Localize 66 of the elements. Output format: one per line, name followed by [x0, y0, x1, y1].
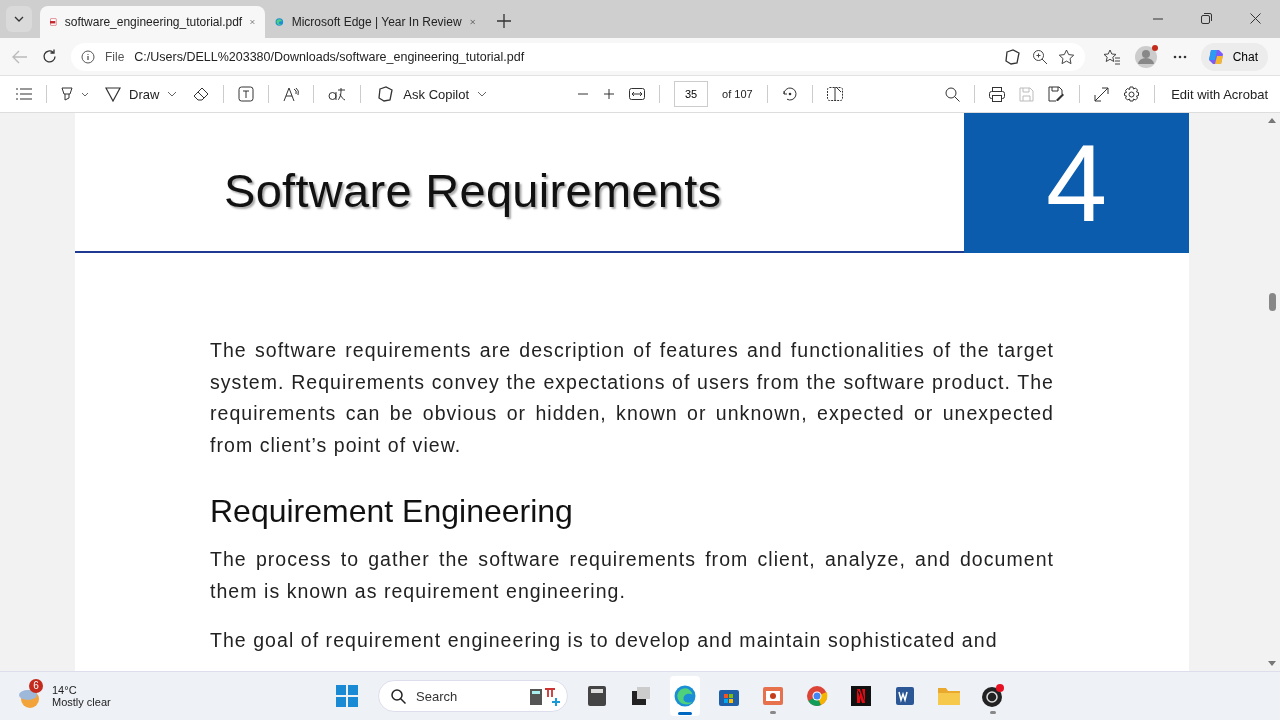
tab-title: Microsoft Edge | Year In Review [291, 15, 462, 29]
scroll-down-icon[interactable] [1268, 661, 1276, 667]
calculator-icon [586, 685, 608, 707]
ask-copilot-button[interactable]: Ask Copilot [375, 86, 490, 102]
eraser-icon[interactable] [193, 87, 210, 101]
info-icon[interactable] [81, 49, 95, 64]
settings-icon[interactable] [1123, 85, 1141, 103]
page-view-icon[interactable] [826, 87, 843, 101]
draw-button[interactable]: Draw [103, 86, 180, 102]
read-aloud-icon[interactable] [283, 86, 300, 102]
rotate-icon[interactable] [781, 86, 798, 102]
favorites-icon[interactable] [1102, 48, 1121, 65]
scheme-label: File [105, 49, 125, 64]
close-icon[interactable] [1250, 13, 1261, 24]
document-app-icon [894, 685, 916, 707]
presentation-app-icon [762, 685, 784, 707]
url-text: C:/Users/DELL%203380/Downloads/software_engineering_tutorial.pdf [134, 49, 525, 64]
notification-badge: 6 [29, 679, 43, 693]
expand-icon[interactable] [1094, 86, 1110, 102]
refresh-icon[interactable] [42, 49, 57, 64]
search-icon [391, 688, 406, 704]
body-paragraph: The software requirements are description of features and functionalities of the target system. Requirements convey the expectations of users from the software product. The requirements can be obvious or hidden, known or unknown, expected or unexpected from client’s point of view. [210, 338, 1054, 458]
browser-tab[interactable]: Microsoft Edge | Year In Review [265, 6, 485, 38]
caret-icon [167, 91, 178, 97]
body-paragraph: The process to gather the software requirements from client, analyze, and document them is known as requirement engineering. [210, 547, 1054, 604]
browser-tab[interactable]: software_engineering_tutorial.pdf [40, 6, 265, 38]
page-count: of 107 [722, 88, 753, 100]
zoom-in-icon[interactable] [603, 88, 616, 100]
edit-with-acrobat-button[interactable]: Edit with Acrobat [1169, 86, 1270, 102]
caret-icon [477, 91, 488, 97]
chapter-title: Software Requirements [223, 163, 723, 219]
zoom-icon[interactable] [1031, 48, 1048, 65]
fit-width-icon[interactable] [629, 88, 646, 100]
print-icon[interactable] [989, 86, 1006, 102]
chapter-number-box: 4 [964, 113, 1189, 253]
save-as-icon[interactable] [1048, 86, 1066, 102]
page-number-field[interactable]: 35 [674, 81, 709, 107]
highlighter-icon[interactable] [61, 87, 89, 101]
search-placeholder: Search [416, 688, 458, 704]
recorder-app-icon [981, 684, 1005, 708]
weather-condition: Mostly clear [52, 696, 111, 708]
section-heading: Requirement Engineering [210, 493, 574, 530]
folder-icon [937, 685, 961, 707]
pen-icon [105, 86, 121, 102]
translate-icon[interactable] [328, 87, 347, 101]
address-field[interactable]: File C:/Users/DELL%203380/Downloads/software_engineering_tutorial.pdf [71, 42, 1085, 71]
streaming-app-icon [850, 685, 872, 707]
scroll-thumb[interactable] [1268, 293, 1276, 311]
more-icon[interactable] [1172, 54, 1187, 59]
chrome-icon [806, 685, 828, 707]
search-icon[interactable] [945, 86, 961, 102]
profile-avatar-icon[interactable] [1134, 44, 1159, 69]
edge-logo-icon [673, 684, 697, 708]
tab-title: software_engineering_tutorial.pdf [64, 15, 243, 29]
temperature: 14°C [52, 684, 78, 696]
task-view-icon [630, 685, 652, 707]
taskbar-search-field[interactable]: Search [378, 680, 568, 712]
text-box-icon[interactable] [238, 86, 255, 102]
scroll-up-icon[interactable] [1268, 117, 1276, 123]
star-icon[interactable] [1057, 48, 1075, 65]
windows-start-icon[interactable] [336, 685, 358, 707]
chat-button[interactable]: Chat [1200, 42, 1268, 71]
new-tab-icon[interactable] [497, 14, 511, 28]
body-paragraph: The goal of requirement engineering is to develop and maintain sophisticated and [210, 628, 999, 653]
restore-icon[interactable] [1201, 13, 1212, 24]
contents-icon[interactable] [16, 88, 32, 100]
